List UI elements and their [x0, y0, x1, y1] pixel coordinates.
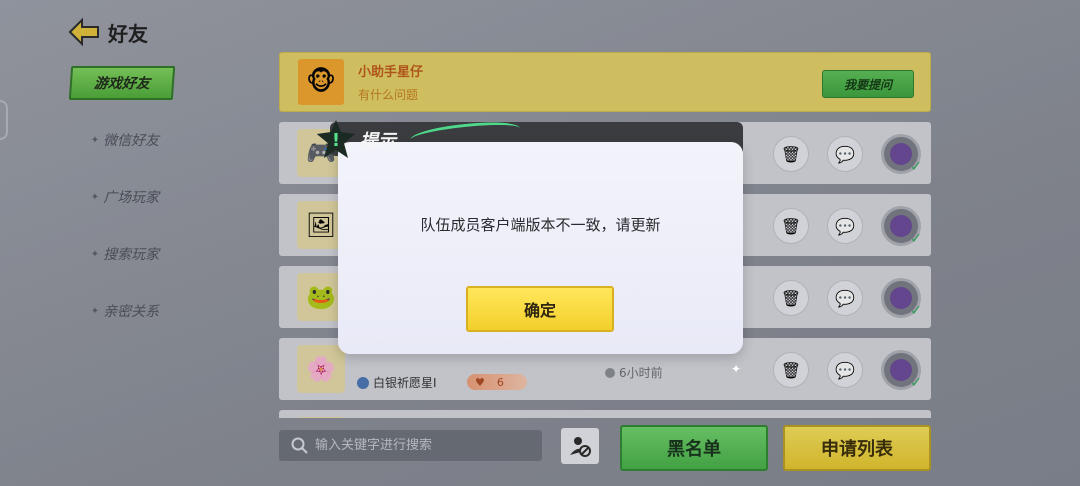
dialog-message: 队伍成员客户端版本不一致，请更新 — [420, 216, 661, 234]
exclamation-icon: ! — [316, 120, 356, 158]
confirm-button[interactable]: 确定 — [466, 286, 614, 332]
dialog-title-tag: ! 提示 — [316, 120, 424, 160]
alert-dialog: 队伍成员客户端版本不一致，请更新 确定 — [338, 142, 743, 354]
dialog-title: 提示 — [360, 131, 396, 152]
sparkle-icon: ✦ — [731, 362, 742, 376]
